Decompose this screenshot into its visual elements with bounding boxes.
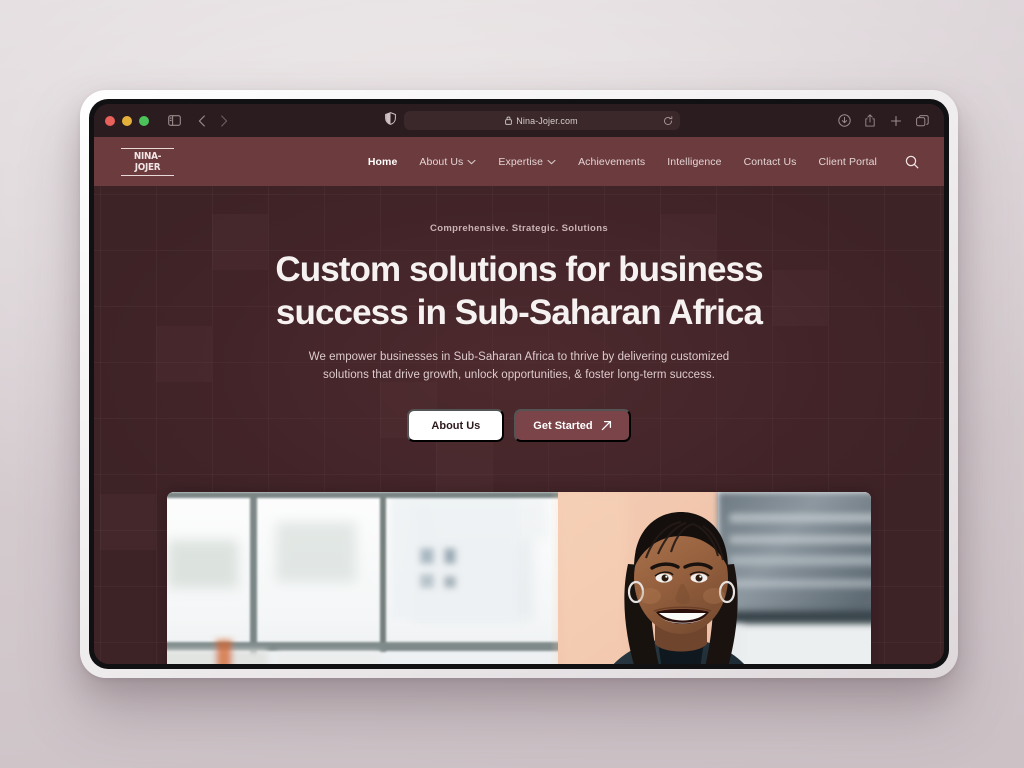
sidebar-toggle-icon[interactable] xyxy=(163,110,185,132)
laptop-mockup: Nina-Jojer.com NINA-JOJER Home About Us … xyxy=(80,90,958,678)
logo-wordmark: NINA-JOJER xyxy=(133,150,162,173)
hero-subheading-line1: We empower businesses in Sub-Saharan Afr… xyxy=(308,351,730,363)
get-started-button-label: Get Started xyxy=(533,419,593,432)
hero-headline: Custom solutions for business success in… xyxy=(94,248,944,334)
site-logo[interactable]: NINA-JOJER xyxy=(121,147,174,176)
reload-icon[interactable] xyxy=(663,115,673,126)
hero-content: Comprehensive. Strategic. Solutions Cust… xyxy=(94,186,944,442)
search-icon[interactable] xyxy=(905,155,919,169)
primary-nav-links: Home About Us Expertise Achievements Int… xyxy=(368,155,919,169)
close-window-button[interactable] xyxy=(105,115,115,126)
nav-item-expertise-label: Expertise xyxy=(498,155,544,168)
chevron-down-icon xyxy=(547,159,556,165)
lock-icon xyxy=(505,116,513,125)
url-text-group: Nina-Jojer.com xyxy=(505,115,578,126)
share-icon[interactable] xyxy=(859,110,881,132)
tab-overview-icon[interactable] xyxy=(911,110,933,132)
nav-item-contact-us-label: Contact Us xyxy=(743,155,797,168)
plus-new-tab-icon[interactable] xyxy=(885,110,907,132)
hero-cta-row: About Us Get Started xyxy=(94,409,944,442)
nav-item-intelligence-label: Intelligence xyxy=(667,155,722,168)
studio-background: Nina-Jojer.com NINA-JOJER Home About Us … xyxy=(0,0,1024,768)
about-us-button[interactable]: About Us xyxy=(407,409,505,442)
maximize-window-button[interactable] xyxy=(139,115,149,126)
nav-item-achievements[interactable]: Achievements xyxy=(578,156,645,168)
nav-item-intelligence[interactable]: Intelligence xyxy=(667,156,721,168)
browser-toolbar: Nina-Jojer.com xyxy=(94,104,944,137)
nav-item-client-portal[interactable]: Client Portal xyxy=(819,156,878,168)
site-navigation-bar: NINA-JOJER Home About Us Expertise Achie… xyxy=(94,137,944,186)
hero-headline-line1: Custom solutions for business xyxy=(275,250,763,289)
hero-headline-line2: success in Sub-Saharan Africa xyxy=(275,293,763,332)
laptop-screen: Nina-Jojer.com NINA-JOJER Home About Us … xyxy=(94,104,944,664)
nav-item-about-us-label: About Us xyxy=(419,155,464,168)
hero-section: Comprehensive. Strategic. Solutions Cust… xyxy=(94,186,944,664)
get-started-button[interactable]: Get Started xyxy=(514,409,631,442)
shield-privacy-icon[interactable] xyxy=(384,111,396,130)
nav-item-expertise[interactable]: Expertise xyxy=(498,156,556,168)
window-traffic-lights[interactable] xyxy=(105,115,149,126)
logo-rule-bottom xyxy=(121,174,174,176)
nav-item-home-label: Home xyxy=(367,155,398,168)
nav-item-achievements-label: Achievements xyxy=(578,155,646,168)
nav-item-home[interactable]: Home xyxy=(368,156,398,168)
browser-actions xyxy=(833,110,933,132)
logo-rule-top xyxy=(121,147,174,149)
minimize-window-button[interactable] xyxy=(122,115,132,126)
back-arrow-icon[interactable] xyxy=(191,110,213,132)
hero-subheading: We empower businesses in Sub-Saharan Afr… xyxy=(94,349,944,384)
arrow-up-right-icon xyxy=(601,420,612,431)
hero-subheading-line2: solutions that drive growth, unlock oppo… xyxy=(323,368,715,381)
laptop-bezel: Nina-Jojer.com NINA-JOJER Home About Us … xyxy=(89,99,949,669)
nav-item-about-us[interactable]: About Us xyxy=(419,156,476,168)
about-us-button-label: About Us xyxy=(431,419,481,432)
nav-item-contact-us[interactable]: Contact Us xyxy=(744,156,797,168)
hero-photo-image xyxy=(167,492,871,664)
hero-eyebrow: Comprehensive. Strategic. Solutions xyxy=(429,223,608,234)
address-bar-area: Nina-Jojer.com xyxy=(235,111,829,130)
forward-arrow-icon[interactable] xyxy=(213,110,235,132)
chevron-down-icon xyxy=(467,159,476,165)
download-icon[interactable] xyxy=(833,110,855,132)
url-hostname: Nina-Jojer.com xyxy=(516,115,578,126)
url-input[interactable]: Nina-Jojer.com xyxy=(403,111,680,130)
hero-photo xyxy=(167,492,871,664)
nav-item-client-portal-label: Client Portal xyxy=(818,155,877,168)
